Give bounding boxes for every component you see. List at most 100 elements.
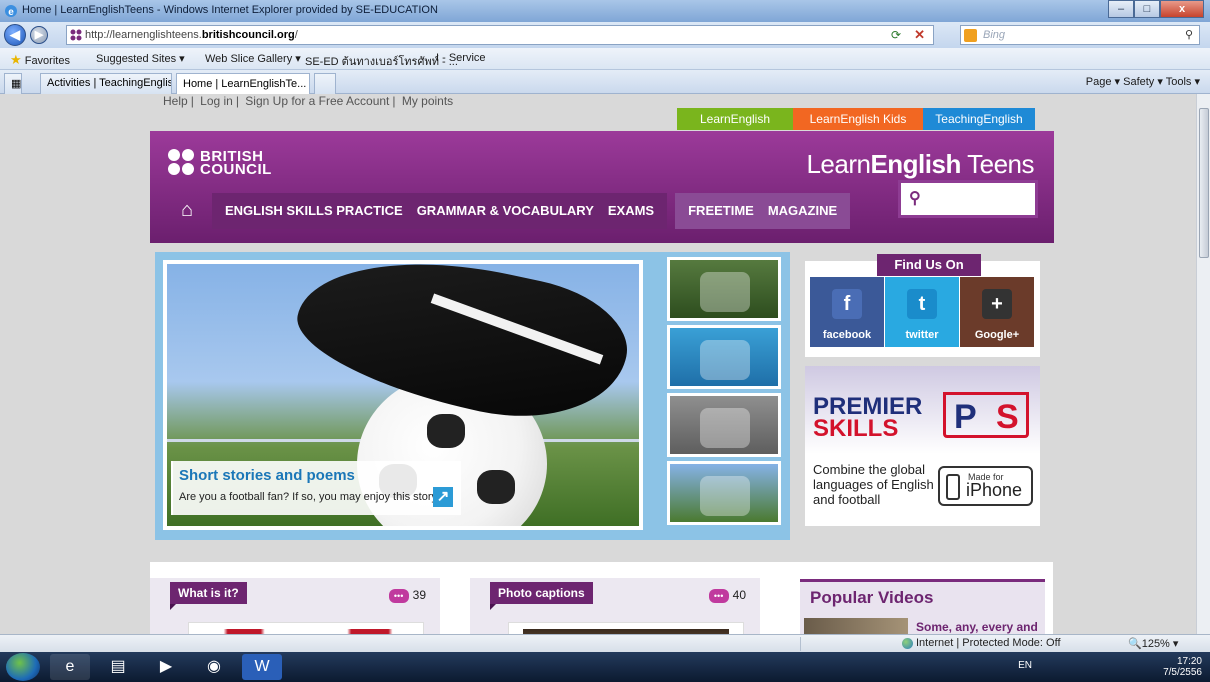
tab-activities[interactable]: Activities | TeachingEnglis... [40,73,172,94]
maximize-button[interactable]: □ [1134,0,1160,18]
home-icon[interactable]: ⌂ [170,193,204,229]
premier-skills-title: PREMIER SKILLS [813,393,923,442]
card-photo-captions[interactable]: Photo captions ••• 40 [470,578,760,634]
close-button[interactable]: x [1160,0,1204,18]
security-zone[interactable]: Internet | Protected Mode: Off [902,637,1061,649]
twitter-link[interactable]: t twitter [885,277,959,347]
popular-videos: Popular Videos Some, any, every and [800,579,1045,634]
quick-tabs-icon[interactable]: ▦ [4,73,22,94]
new-tab-button[interactable] [314,73,336,94]
carousel-thumbnail[interactable] [667,393,781,457]
nav-freetime[interactable]: FREETIME [681,193,761,229]
login-link[interactable]: Log in [200,94,233,108]
find-us-heading: Find Us On [877,254,981,276]
card-label[interactable]: What is it? [170,582,247,610]
nav-group-fun: FREETIME MAGAZINE [675,193,851,229]
svg-text:e: e [8,7,14,18]
site-tabs: LearnEnglish LearnEnglish Kids TeachingE… [677,108,1035,130]
address-toolbar: ◀ ▶ http://learnenglishteens.britishcoun… [0,22,1210,48]
site-tab-teachingenglish[interactable]: TeachingEnglish [923,108,1035,130]
search-input[interactable]: Bing ⚲ [960,25,1200,45]
bc-dots-icon [168,149,196,177]
caption-text: Are you a football fan? If so, you may e… [179,491,440,503]
search-icon[interactable]: ⚲ [1185,26,1193,44]
popular-videos-title: Popular Videos [810,588,934,607]
tab-bar: ▦ Activities | TeachingEnglis... Home | … [0,70,1210,94]
caption-title[interactable]: Short stories and poems [179,467,355,484]
help-link[interactable]: Help [163,94,188,108]
nav-group-learning: ENGLISH SKILLS PRACTICE GRAMMAR & VOCABU… [212,193,668,229]
premier-skills-ad[interactable]: PREMIER SKILLS P S Combine the global la… [805,366,1040,526]
url-domain: britishcouncil.org [201,29,295,41]
address-input[interactable]: http://learnenglishteens.britishcouncil.… [66,25,934,45]
arrow-icon[interactable]: ↗ [433,487,453,507]
comment-icon: ••• [708,588,729,603]
facebook-link[interactable]: f facebook [810,277,884,347]
nav-english-skills[interactable]: ENGLISH SKILLS PRACTICE [218,193,410,229]
carousel-thumbnails [667,257,787,529]
featured-carousel: Short stories and poems Are you a footba… [155,252,790,540]
site-search-input[interactable]: ⚲ [898,180,1038,218]
star-icon: ★ [10,52,22,67]
nav-magazine[interactable]: MAGAZINE [761,193,844,229]
nav-exams[interactable]: EXAMS [601,193,661,229]
favorites-item[interactable]: Suggested Sites ▾ [96,52,185,65]
top-links: Help | Log in | Sign Up for a Free Account… [163,94,454,108]
card-label[interactable]: Photo captions [490,582,593,610]
explorer-taskbar-icon[interactable]: ▤ [98,654,138,680]
video-link[interactable]: Some, any, every and [916,620,1038,634]
comment-count: ••• 40 [708,588,746,603]
clock[interactable]: 17:20 7/5/2556 [1163,656,1202,678]
back-button[interactable]: ◀ [4,24,26,46]
ps-logo-icon: P S [943,392,1029,438]
learnenglish-teens-logo[interactable]: LearnEnglish Teens [806,149,1034,180]
word-taskbar-icon[interactable]: W [242,654,282,680]
favorites-item[interactable]: SE-ED ต้นทางเบอร์โทรศัพท์ - ... [305,52,458,70]
favorites-button[interactable]: ★ Favorites [10,52,70,68]
video-thumbnail[interactable] [804,618,908,634]
hero-caption[interactable]: Short stories and poems Are you a footba… [171,461,461,515]
favorites-bar: ★ Favorites Suggested Sites ▾ Web Slice … [0,48,1210,70]
card-image[interactable] [508,622,744,634]
command-bar[interactable]: Page ▾ Safety ▾ Tools ▾ [1086,75,1200,88]
window-titlebar: e Home | LearnEnglishTeens - Windows Int… [0,0,1210,22]
tab-home[interactable]: Home | LearnEnglishTe... ✕ [176,73,310,94]
carousel-thumbnail[interactable] [667,257,781,321]
my-points-link[interactable]: My points [402,94,453,108]
windows-taskbar: e ▤ ▶ ◉ W EN 17:20 7/5/2556 [0,652,1210,682]
site-tab-learnenglish[interactable]: LearnEnglish [677,108,793,130]
zoom-level[interactable]: 🔍125% ▾ [1128,637,1178,650]
language-indicator[interactable]: EN [1018,660,1032,671]
made-for-iphone-badge: Made for iPhone [938,466,1033,506]
url-suffix: / [294,29,298,41]
main-nav: ⌂ ENGLISH SKILLS PRACTICE GRAMMAR & VOCA… [170,193,851,229]
favorites-item[interactable]: Web Slice Gallery ▾ [205,52,301,65]
forward-button[interactable]: ▶ [30,26,48,44]
hero-image[interactable]: Short stories and poems Are you a footba… [163,260,643,530]
url-prefix: http://learnenglishteens. [85,29,202,41]
nav-grammar[interactable]: GRAMMAR & VOCABULARY [410,193,601,229]
page-viewport: Help | Log in | Sign Up for a Free Account… [0,94,1196,634]
site-search-icon[interactable]: ⚲ [909,188,921,208]
status-bar: Internet | Protected Mode: Off 🔍125% ▾ [0,634,1210,652]
start-button[interactable] [6,653,40,681]
media-player-taskbar-icon[interactable]: ▶ [146,654,186,680]
vertical-scrollbar[interactable] [1196,94,1210,634]
scrollbar-thumb[interactable] [1199,108,1209,258]
comment-icon: ••• [388,588,409,603]
card-image[interactable] [188,622,424,634]
signup-link[interactable]: Sign Up for a Free Account [245,94,389,108]
refresh-icon[interactable]: ⟳ [891,28,905,42]
ie-taskbar-icon[interactable]: e [50,654,90,680]
carousel-thumbnail[interactable] [667,461,781,525]
carousel-thumbnail[interactable] [667,325,781,389]
british-council-logo[interactable]: BRITISH COUNCIL [168,149,272,177]
stop-icon[interactable]: ✕ [914,27,925,43]
premier-skills-text: Combine the global languages of English … [813,462,934,507]
browser-taskbar-icon[interactable]: ◉ [194,654,234,680]
card-what-is-it[interactable]: What is it? ••• 39 [150,578,440,634]
minimize-button[interactable]: – [1108,0,1134,18]
googleplus-link[interactable]: + Google+ [960,277,1034,347]
site-tab-kids[interactable]: LearnEnglish Kids [793,108,923,130]
favorites-item[interactable]: I - Service [436,52,486,64]
